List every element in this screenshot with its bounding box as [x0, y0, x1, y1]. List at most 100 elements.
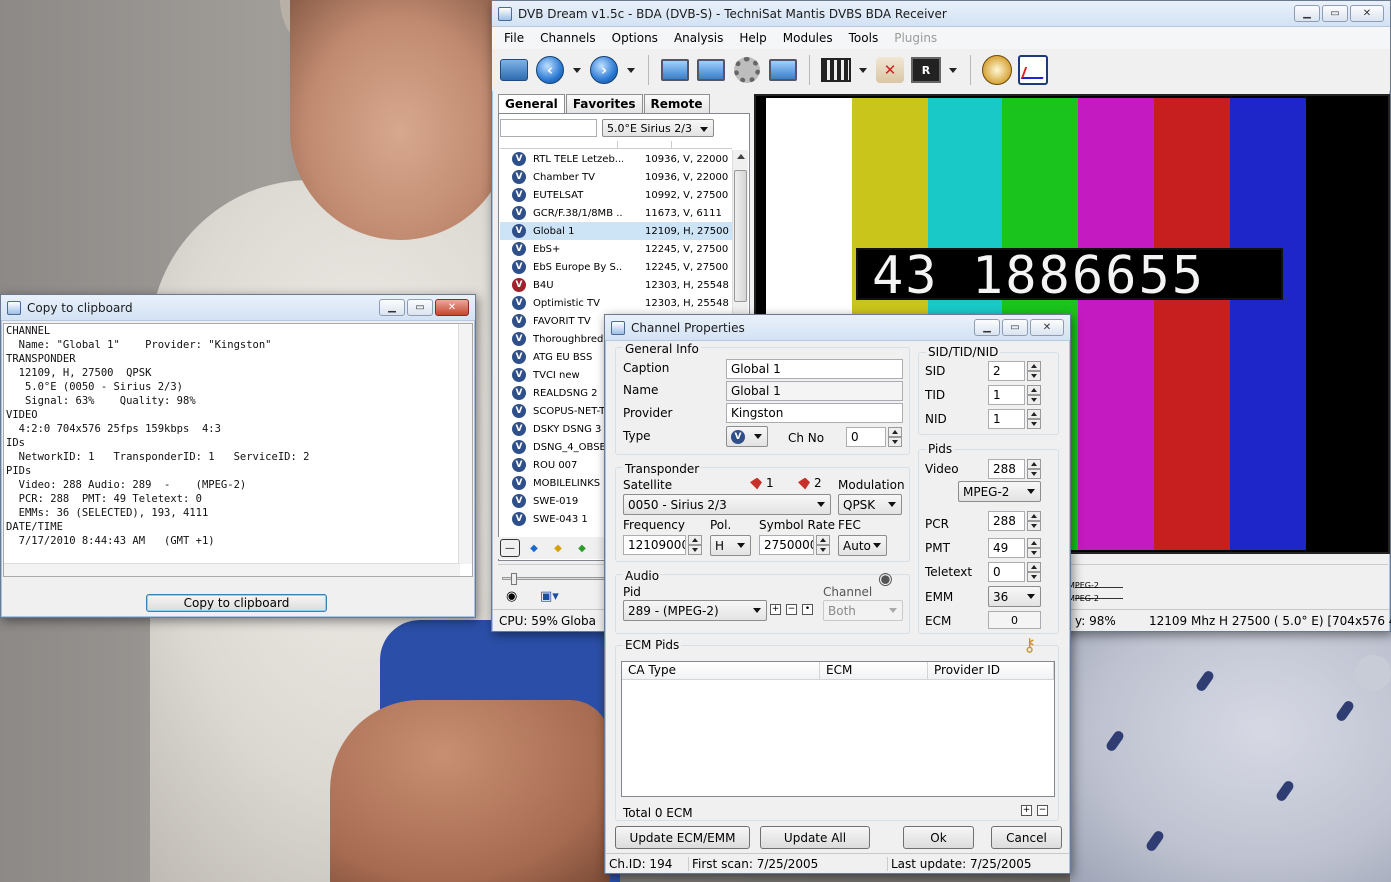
channel-list-item[interactable]: V EUTELSAT 10992, V, 27500	[500, 186, 733, 204]
favorite-icon[interactable]: ◆	[548, 539, 568, 557]
stop-button[interactable]: ✕	[874, 54, 906, 86]
channel-list-item[interactable]: V EbS+ 12245, V, 27500	[500, 240, 733, 258]
audio-pid-select[interactable]: 289 - (MPEG-2)	[623, 600, 767, 621]
display-button[interactable]	[659, 54, 691, 86]
update-ecm-emm-button[interactable]: Update ECM/EMM	[615, 826, 750, 849]
scroll-up-icon[interactable]	[737, 154, 745, 159]
channel-list-item[interactable]: V Global 1 12109, H, 27500	[500, 222, 733, 240]
teletext-value[interactable]: 0	[988, 562, 1025, 582]
stepper-up-icon[interactable]	[1027, 538, 1041, 548]
stepper-up-icon[interactable]	[1027, 459, 1041, 469]
main-titlebar[interactable]: DVB Dream v1.5c - BDA (DVB-S) - TechniSa…	[492, 1, 1390, 27]
tid-value[interactable]: 1	[988, 385, 1025, 405]
video-pid-value[interactable]: 288	[988, 459, 1025, 479]
key-icon[interactable]: ⚷	[1023, 635, 1036, 656]
channel-list-item[interactable]: V GCR/F.38/1/8MB ... 11673, V, 6111	[500, 204, 733, 222]
settings-button[interactable]	[731, 54, 763, 86]
menu-channels[interactable]: Channels	[532, 31, 604, 45]
maximize-button[interactable]: ▭	[407, 299, 433, 316]
channel-list-item[interactable]: V RTL TELE Letzeb... 10936, V, 22000	[500, 150, 733, 168]
copy-to-clipboard-button[interactable]: Copy to clipboard	[146, 594, 327, 612]
properties-titlebar[interactable]: Channel Properties ▁ ▭ ✕	[605, 315, 1070, 341]
satellite-1-button[interactable]: 1	[750, 476, 774, 490]
stepper-down-icon[interactable]	[1027, 419, 1041, 429]
clipboard-text-area[interactable]: CHANNEL Name: "Global 1" Provider: "King…	[3, 323, 473, 577]
green-diamond-icon[interactable]: ◆	[572, 539, 592, 557]
stepper-up-icon[interactable]	[1027, 361, 1041, 371]
close-button[interactable]: ✕	[1350, 5, 1384, 22]
nid-value[interactable]: 1	[988, 409, 1025, 429]
pmt-stepper[interactable]: 49	[988, 538, 1041, 558]
volume-slider[interactable]	[502, 573, 610, 585]
stepper-down-icon[interactable]	[888, 437, 902, 447]
fullscreen-button[interactable]	[767, 54, 799, 86]
symbol-rate-stepper[interactable]: 27500000	[759, 535, 830, 555]
ok-button[interactable]: Ok	[903, 826, 974, 849]
stepper-down-icon[interactable]	[688, 545, 702, 555]
ecm-column-ecm[interactable]: ECM	[820, 662, 928, 679]
emm-select[interactable]: 36	[988, 586, 1041, 607]
frequency-stepper[interactable]: 12109000	[623, 535, 702, 555]
signal-analyzer-button[interactable]	[1017, 54, 1049, 86]
tid-stepper[interactable]: 1	[988, 385, 1041, 405]
channel-list-item[interactable]: V Chamber TV 10936, V, 22000	[500, 168, 733, 186]
timer-button[interactable]	[981, 54, 1013, 86]
record-dropdown-icon[interactable]	[859, 67, 867, 73]
speaker-icon[interactable]: ◉	[506, 589, 517, 604]
stepper-up-icon[interactable]	[688, 535, 702, 545]
satellite-filter-select[interactable]: 5.0°E Sirius 2/3	[602, 119, 714, 137]
clipboard-titlebar[interactable]: Copy to clipboard ▁ ▭ ✕	[1, 295, 475, 321]
update-all-button[interactable]: Update All	[760, 826, 870, 849]
ecm-column-ca-type[interactable]: CA Type	[622, 662, 820, 679]
add-ecm-icon[interactable]: +	[1021, 805, 1032, 816]
channel-list-item[interactable]: V EbS Europe By S... 12245, V, 27500	[500, 258, 733, 276]
remove-audio-icon[interactable]: −	[786, 604, 797, 615]
stepper-up-icon[interactable]	[1027, 409, 1041, 419]
previous-dropdown-icon[interactable]	[573, 67, 581, 73]
open-folder-button[interactable]	[498, 54, 530, 86]
window-button[interactable]	[695, 54, 727, 86]
video-codec-select[interactable]: MPEG-2	[958, 481, 1041, 502]
stepper-down-icon[interactable]	[1027, 469, 1041, 479]
minimize-button[interactable]: ▁	[379, 299, 405, 316]
clipboard-vertical-scrollbar[interactable]	[458, 324, 472, 564]
clipboard-horizontal-scrollbar[interactable]	[4, 563, 460, 576]
maximize-button[interactable]: ▭	[1322, 5, 1348, 22]
remote-dropdown-icon[interactable]	[949, 67, 957, 73]
stepper-up-icon[interactable]	[1027, 511, 1041, 521]
next-dropdown-icon[interactable]	[627, 67, 635, 73]
stepper-up-icon[interactable]	[816, 535, 830, 545]
close-button[interactable]: ✕	[1030, 319, 1064, 336]
stepper-down-icon[interactable]	[1027, 395, 1041, 405]
stepper-down-icon[interactable]	[816, 545, 830, 555]
modulation-select[interactable]: QPSK	[838, 494, 902, 515]
pmt-value[interactable]: 49	[988, 538, 1025, 558]
channel-filter-input[interactable]	[500, 119, 597, 137]
frequency-value[interactable]: 12109000	[623, 535, 686, 555]
teletext-stepper[interactable]: 0	[988, 562, 1041, 582]
stepper-down-icon[interactable]	[1027, 371, 1041, 381]
close-button[interactable]: ✕	[435, 299, 469, 316]
tab-favorites[interactable]: Favorites	[565, 94, 643, 113]
name-field[interactable]: Global 1	[726, 381, 903, 401]
record-button[interactable]	[820, 54, 852, 86]
tab-general[interactable]: General	[498, 94, 565, 113]
cancel-button[interactable]: Cancel	[991, 826, 1062, 849]
ecm-column-provider-id[interactable]: Provider ID	[928, 662, 1054, 679]
chno-stepper[interactable]: 0	[846, 427, 902, 447]
audio-channel-select[interactable]: Both	[823, 600, 903, 621]
stepper-down-icon[interactable]	[1027, 521, 1041, 531]
chno-value[interactable]: 0	[846, 427, 886, 447]
channel-list-item[interactable]: V Optimistic TV 12303, H, 25548	[500, 294, 733, 312]
slider-knob[interactable]	[511, 573, 517, 585]
tab-remote[interactable]: Remote	[643, 94, 710, 113]
provider-input[interactable]: Kingston	[726, 403, 903, 423]
sort-icon[interactable]: ◆	[524, 539, 544, 557]
nid-stepper[interactable]: 1	[988, 409, 1041, 429]
remove-ecm-icon[interactable]: −	[1037, 805, 1048, 816]
maximize-button[interactable]: ▭	[1002, 319, 1028, 336]
previous-channel-button[interactable]: ‹	[534, 54, 566, 86]
stepper-down-icon[interactable]	[1027, 572, 1041, 582]
stepper-up-icon[interactable]	[888, 427, 902, 437]
symbol-rate-value[interactable]: 27500000	[759, 535, 814, 555]
